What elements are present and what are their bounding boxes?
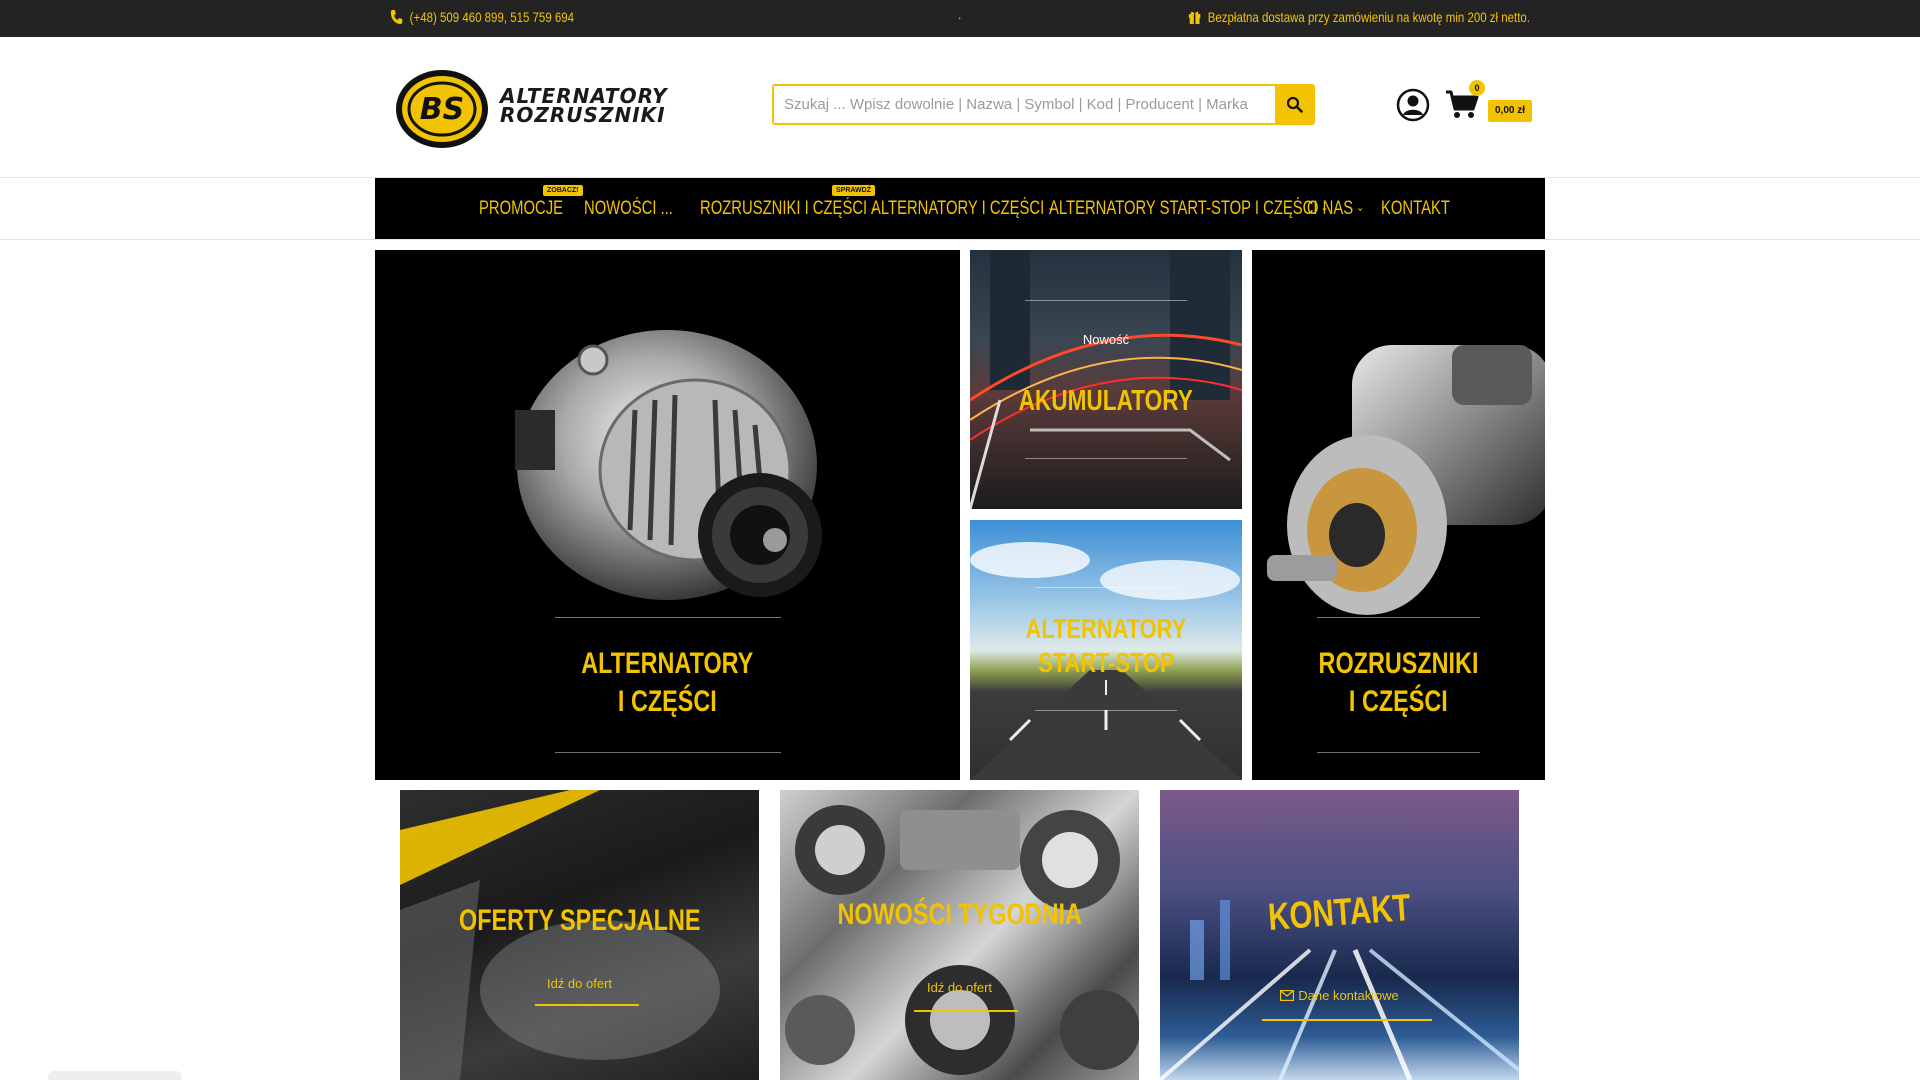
new-label: Nowość <box>1082 332 1130 347</box>
nav-item-alternatory[interactable]: ALTERNATORY I CZĘŚCI ⌄ <box>871 198 1055 220</box>
tile-oferty-specjalne[interactable]: OFERTY SPECJALNE Idź do ofert <box>400 790 759 1080</box>
phone-numbers: (+48) 509 460 899, 515 759 694 <box>409 9 575 25</box>
main-navigation-wrapper: ZOBACZ! PROMOCJE NOWOŚCI ... SPRAWDŹ ROZ… <box>0 178 1920 240</box>
nav-item-promocje[interactable]: PROMOCJE <box>479 198 563 220</box>
city-road-image <box>970 250 1242 509</box>
logo-line-2: ROZRUSZNIKI <box>500 103 666 127</box>
tile-title-text: AKUMULATORY <box>1018 385 1194 417</box>
search-button[interactable] <box>1275 86 1313 123</box>
cookie-widget-tab[interactable] <box>48 1071 182 1080</box>
tile-title-line-2: START-STOP <box>1037 646 1175 678</box>
divider-top <box>1025 300 1187 301</box>
free-shipping-notice: Bezpłatna dostawa przy zamówieniu na kwo… <box>1188 9 1530 25</box>
search-bar <box>772 84 1315 125</box>
nav-item-label: KONTAKT <box>1381 198 1450 219</box>
nav-item-kontakt[interactable]: KONTAKT <box>1381 198 1450 220</box>
tile-title-line-1: ROZRUSZNIKI <box>1318 647 1479 680</box>
logo-wordmark: ALTERNATORY ROZRUSZNIKI <box>500 86 668 127</box>
shipping-text: Bezpłatna dostawa przy zamówieniu na kwo… <box>1207 9 1530 25</box>
promo-badge: ZOBACZ! <box>543 185 583 196</box>
link-underline <box>1262 1019 1432 1021</box>
divider-bottom <box>555 752 781 753</box>
sprawdz-badge: SPRAWDŹ <box>832 185 875 196</box>
phone-contact[interactable]: (+48) 509 460 899, 515 759 694 <box>390 9 574 25</box>
cart-total[interactable]: 0,00 zł <box>1488 100 1533 122</box>
divider-top <box>555 617 781 618</box>
topbar-separator: . <box>958 8 962 22</box>
nav-item-label: O NAS <box>1307 198 1354 219</box>
envelope-icon <box>1280 989 1295 1002</box>
tile-kontakt[interactable]: KONTAKT Dane kontaktowe <box>1160 790 1519 1080</box>
nav-item-o-nas[interactable]: O NAS ⌄ <box>1307 198 1364 220</box>
tile-title-line-2: I CZĘŚCI <box>618 684 717 718</box>
search-input[interactable] <box>774 86 1275 123</box>
nav-item-rozruszniki[interactable]: ROZRUSZNIKI I CZĘŚCI ⌄ <box>700 198 878 220</box>
tile-title-text: NOWOŚCI TYGODNIA <box>837 898 1082 931</box>
divider-top <box>1035 587 1177 588</box>
tile-akumulatory[interactable]: Nowość AKUMULATORY <box>970 250 1242 509</box>
tile-title-line-1: ALTERNATORY <box>581 647 754 680</box>
contact-details-link[interactable]: Dane kontaktowe <box>1160 988 1519 1003</box>
user-account-icon[interactable] <box>1396 88 1430 122</box>
gift-icon <box>1188 11 1201 24</box>
engine-image <box>785 805 1139 1075</box>
chevron-down-icon: ⌄ <box>1356 200 1365 214</box>
logo-emblem: BS <box>396 70 488 148</box>
go-to-offers-link[interactable]: Idź do ofert <box>400 976 759 991</box>
tile-title-line-2: I CZĘŚCI <box>1349 684 1448 718</box>
main-navigation: ZOBACZ! PROMOCJE NOWOŚCI ... SPRAWDŹ ROZ… <box>375 178 1545 239</box>
nav-item-nowosci[interactable]: NOWOŚCI ... <box>584 198 673 220</box>
nav-item-label: ROZRUSZNIKI I CZĘŚCI <box>700 198 868 219</box>
tile-alternatory[interactable]: ALTERNATORY I CZĘŚCI <box>375 250 960 780</box>
link-underline <box>535 1004 639 1006</box>
link-underline <box>914 1010 1018 1012</box>
logo-monogram: BS <box>420 92 464 127</box>
divider-bottom <box>1025 458 1187 459</box>
tile-title: ROZRUSZNIKI I CZĘŚCI <box>1252 645 1545 720</box>
nav-item-label: ALTERNATORY I CZĘŚCI <box>871 198 1045 219</box>
contact-details-text: Dane kontaktowe <box>1298 988 1399 1003</box>
tile-title: ALTERNATORY I CZĘŚCI <box>375 645 960 720</box>
tile-alternatory-start-stop[interactable]: ALTERNATORY START-STOP <box>970 520 1242 780</box>
tile-rozruszniki[interactable]: ROZRUSZNIKI I CZĘŚCI <box>1252 250 1545 780</box>
divider-bottom <box>1317 752 1480 753</box>
nav-item-label: ALTERNATORY START-STOP I CZĘŚCI <box>1049 198 1318 219</box>
tile-title-text: OFERTY SPECJALNE <box>458 904 701 937</box>
go-to-offers-link[interactable]: Idź do ofert <box>780 980 1139 995</box>
cart-item-count: 0 <box>1469 80 1485 96</box>
tile-nowosci-tygodnia[interactable]: NOWOŚCI TYGODNIA Idź do ofert <box>780 790 1139 1080</box>
nav-item-label: PROMOCJE <box>479 198 563 219</box>
tile-title-text: KONTAKT <box>1266 887 1413 939</box>
nav-item-label: NOWOŚCI ... <box>584 198 673 219</box>
phone-icon <box>390 10 403 24</box>
tile-title: ALTERNATORY START-STOP <box>970 612 1242 679</box>
tile-title-line-1: ALTERNATORY <box>1025 613 1187 644</box>
tile-title: OFERTY SPECJALNE <box>400 902 759 940</box>
divider-bottom <box>1035 710 1177 711</box>
search-icon <box>1286 96 1303 113</box>
tile-title: NOWOŚCI TYGODNIA <box>780 896 1139 934</box>
divider-top <box>1317 617 1480 618</box>
site-logo[interactable]: BS ALTERNATORY ROZRUSZNIKI <box>390 67 690 152</box>
top-info-bar: (+48) 509 460 899, 515 759 694 . Bezpłat… <box>0 0 1920 37</box>
site-header: BS ALTERNATORY ROZRUSZNIKI 0 0,00 zł <box>0 37 1920 178</box>
tile-title: AKUMULATORY <box>970 383 1242 419</box>
nav-item-start-stop[interactable]: ALTERNATORY START-STOP I CZĘŚCI ⌄ <box>1049 198 1328 220</box>
